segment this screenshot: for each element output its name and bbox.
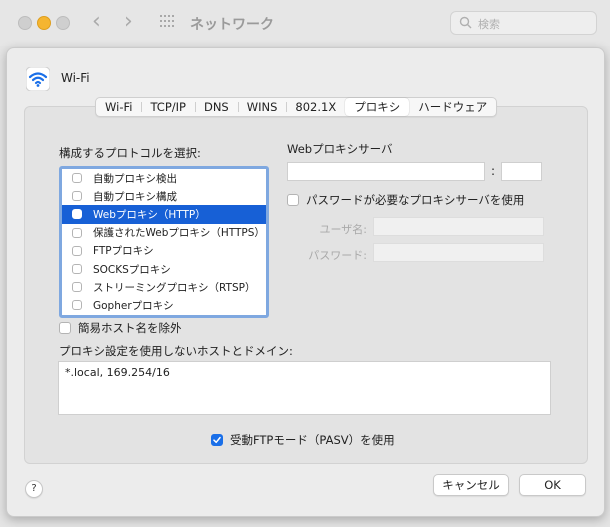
protocol-checkbox[interactable]: [72, 282, 82, 293]
protocol-checkbox[interactable]: [72, 191, 82, 202]
password-required-label: パスワードが必要なプロキシサーバを使用: [306, 193, 525, 207]
tab-3[interactable]: WINS: [237, 98, 287, 116]
protocol-row[interactable]: 自動プロキシ検出: [62, 169, 266, 187]
search-icon: [459, 16, 472, 29]
server-heading: Webプロキシサーバ: [287, 142, 393, 156]
forward-chevron-icon[interactable]: ›: [124, 10, 133, 34]
tab-content-panel: 構成するプロトコルを選択: 自動プロキシ検出 自動プロキシ構成 Webプロキシ（HT…: [24, 106, 588, 464]
protocol-row[interactable]: FTPプロキシ: [62, 242, 266, 260]
window-titlebar: ‹ › ネットワーク 検索: [0, 0, 610, 46]
username-label: ユーザ名:: [319, 223, 368, 236]
proxy-port-input[interactable]: [501, 162, 542, 181]
protocol-label: ストリーミングプロキシ（RTSP）: [93, 281, 256, 294]
protocol-row[interactable]: ストリーミングプロキシ（RTSP）: [62, 278, 266, 296]
protocol-label: FTPプロキシ: [93, 245, 154, 258]
settings-tab-bar: Wi-Fi TCP/IP DNS WINS 802.1X プロキシ ハードウェア: [95, 97, 498, 117]
passive-ftp-box[interactable]: [211, 434, 223, 446]
protocol-checkbox[interactable]: [72, 245, 82, 256]
ok-button[interactable]: OK: [519, 474, 586, 496]
show-all-grid-icon[interactable]: [160, 15, 176, 29]
tab-5[interactable]: プロキシ: [345, 98, 410, 116]
protocol-row[interactable]: Gopherプロキシ: [62, 296, 266, 314]
password-required-checkbox[interactable]: パスワードが必要なプロキシサーバを使用: [287, 192, 524, 208]
tab-0[interactable]: Wi-Fi: [96, 98, 141, 116]
window-title: ネットワーク: [190, 17, 274, 33]
search-placeholder: 検索: [478, 18, 500, 31]
protocol-label: 自動プロキシ検出: [93, 172, 177, 185]
protocol-checkbox[interactable]: [72, 209, 82, 220]
protocol-label: 保護されたWebプロキシ（HTTPS）: [93, 227, 265, 240]
protocol-row[interactable]: Webプロキシ（HTTP）: [62, 205, 266, 224]
protocol-checkbox[interactable]: [72, 173, 82, 184]
protocol-label: Webプロキシ（HTTP）: [93, 208, 206, 221]
help-button[interactable]: ?: [25, 480, 43, 498]
checkmark-icon: [213, 436, 221, 444]
bypass-hosts-textarea[interactable]: *.local, 169.254/16: [58, 361, 551, 415]
port-separator: :: [491, 164, 496, 178]
wifi-icon: [26, 67, 50, 91]
exclude-simple-hosts-label: 簡易ホスト名を除外: [78, 321, 182, 335]
protocol-row[interactable]: 自動プロキシ構成: [62, 187, 266, 205]
protocol-row[interactable]: SOCKSプロキシ: [62, 260, 266, 278]
tab-6[interactable]: ハードウェア: [409, 98, 496, 116]
protocol-checkbox[interactable]: [72, 300, 82, 311]
password-input[interactable]: [373, 243, 544, 262]
proxy-settings-sheet: Wi-Fi 構成するプロトコルを選択: 自動プロキシ検出 自動プロキシ構成 Webプ…: [6, 47, 605, 517]
close-window-button[interactable]: [18, 16, 32, 30]
zoom-window-button[interactable]: [56, 16, 70, 30]
protocol-checkbox[interactable]: [72, 227, 82, 238]
protocol-label: 自動プロキシ構成: [93, 190, 177, 203]
protocol-heading: 構成するプロトコルを選択:: [59, 146, 201, 160]
protocol-row[interactable]: 保護されたWebプロキシ（HTTPS）: [62, 224, 266, 242]
password-label: パスワード:: [308, 249, 367, 262]
search-field[interactable]: 検索: [450, 11, 597, 35]
bypass-heading: プロキシ設定を使用しないホストとドメイン:: [59, 344, 293, 358]
passive-ftp-label: 受動FTPモード（PASV）を使用: [230, 433, 395, 447]
protocol-list[interactable]: 自動プロキシ検出 自動プロキシ構成 Webプロキシ（HTTP） 保護されたWebプロキ…: [59, 166, 269, 318]
back-chevron-icon[interactable]: ‹: [92, 10, 101, 34]
proxy-server-input[interactable]: [287, 162, 485, 181]
cancel-button[interactable]: キャンセル: [433, 474, 509, 496]
interface-name: Wi-Fi: [61, 71, 90, 85]
tab-2[interactable]: DNS: [194, 98, 238, 116]
protocol-label: Gopherプロキシ: [93, 299, 174, 312]
protocol-checkbox[interactable]: [72, 264, 82, 275]
tab-1[interactable]: TCP/IP: [141, 98, 195, 116]
tab-4[interactable]: 802.1X: [286, 98, 345, 116]
passive-ftp-checkbox[interactable]: 受動FTPモード（PASV）を使用: [211, 432, 395, 448]
protocol-label: SOCKSプロキシ: [93, 263, 171, 276]
username-input[interactable]: [373, 217, 544, 236]
password-required-box[interactable]: [287, 194, 299, 206]
exclude-simple-hosts-checkbox[interactable]: 簡易ホスト名を除外: [59, 320, 182, 336]
minimize-window-button[interactable]: [37, 16, 51, 30]
exclude-simple-hosts-box[interactable]: [59, 322, 71, 334]
